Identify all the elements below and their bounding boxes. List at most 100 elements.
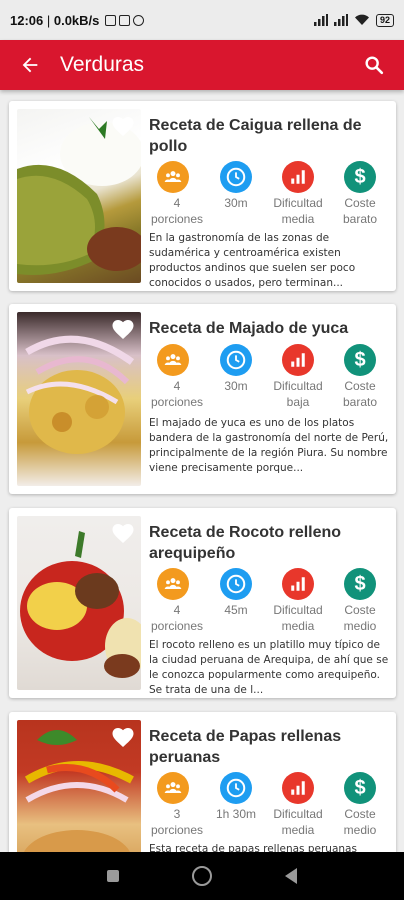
group-icon [157,772,189,804]
status-bar: 12:06 | 0.0kB/s 92 [0,0,404,40]
cost-value: barato [342,212,378,226]
clock-icon [220,568,252,600]
page-title: Verduras [60,53,145,76]
group-icon [157,568,189,600]
heart-icon[interactable] [111,726,135,748]
portions-stat: 4 porciones [149,161,205,227]
recents-button[interactable] [106,870,119,882]
recipe-description: Esta receta de papas rellenas peruanas [149,843,357,852]
time-value: 45m [224,603,248,617]
status-right: 92 [313,13,394,27]
recipe-stats: 3 porciones 1h 30m Dificultad media $ Cost… [149,772,393,838]
difficulty-title: Dificultad [273,603,323,617]
difficulty-title: Dificultad [273,379,323,393]
portions-unit: porciones [150,619,204,633]
app-notification-icon [119,14,131,26]
recipe-stats: 4 porciones 30m Dificultad media $ Coste ba… [149,161,393,227]
recipe-list: Receta de Caigua rellena de pollo 4 porci… [0,90,404,852]
portions-unit: porciones [150,395,204,409]
recipe-card[interactable]: Receta de Papas rellenas peruanas 3 porci… [9,712,396,852]
bar-chart-icon [282,772,314,804]
recipe-image [17,516,141,690]
recipe-title: Receta de Rocoto relleno arequipeño [149,524,342,562]
arrow-back-icon[interactable] [16,51,44,79]
group-icon [157,344,189,376]
notification-icon [105,14,117,26]
cost-stat: $ Coste barato [329,161,391,227]
status-time: 12:06 [10,12,44,28]
dollar-icon: $ [344,161,376,193]
wifi-icon [354,14,369,25]
cost-title: Coste [344,807,376,821]
app-bar: Verduras [0,40,404,90]
portions-stat: 4 porciones [149,568,205,634]
notification-icons [105,14,145,26]
difficulty-value: media [281,823,315,837]
bar-chart-icon [282,568,314,600]
difficulty-title: Dificultad [273,807,323,821]
recipe-stats: 4 porciones 30m Dificultad baja $ Coste bar… [149,344,393,410]
recipe-title: Receta de Majado de yuca [149,320,349,337]
portions-value: 3 [173,807,181,821]
search-icon[interactable] [360,51,388,79]
cost-stat: $ Coste medio [329,568,391,634]
clock-icon [220,772,252,804]
dollar-icon: $ [344,344,376,376]
time-value: 1h 30m [215,807,257,821]
dollar-icon: $ [344,568,376,600]
recipe-card[interactable]: Receta de Rocoto relleno arequipeño 4 por… [9,508,396,698]
cost-value: medio [343,619,377,633]
cost-label: Coste barato [343,378,377,410]
network-speed: 0.0kB/s [53,12,100,28]
signal-icon [313,14,328,26]
portions-value: 4 [173,603,181,617]
portions-stat: 4 porciones [149,344,205,410]
cost-stat: $ Coste barato [329,344,391,410]
time-value: 30m [224,196,248,210]
difficulty-label: Dificultad media [273,806,322,838]
home-button[interactable] [191,866,212,886]
cost-stat: $ Coste medio [329,772,391,838]
status-separator: | [43,12,54,28]
difficulty-stat: Dificultad media [267,772,329,838]
clock-icon [220,161,252,193]
recipe-card[interactable]: Receta de Majado de yuca 4 porciones 30m … [9,304,396,494]
recipe-title: Receta de Caigua rellena de pollo [149,117,362,155]
back-button[interactable] [285,868,298,884]
portions-label: 4 porciones [149,602,205,634]
cost-label: Coste barato [343,195,377,227]
portions-value: 4 [173,379,181,393]
portions-label: 4 porciones [149,378,205,410]
bar-chart-icon [282,344,314,376]
difficulty-stat: Dificultad media [267,161,329,227]
difficulty-label: Dificultad media [273,195,322,227]
heart-icon[interactable] [111,522,135,544]
messenger-icon [133,14,145,26]
time-stat: 1h 30m [205,772,267,838]
difficulty-title: Dificultad [273,196,323,210]
difficulty-value: media [281,212,315,226]
cost-label: Coste medio [344,602,377,634]
recipe-title: Receta de Papas rellenas peruanas [149,728,342,766]
cost-value: barato [342,395,378,409]
recipe-card[interactable]: Receta de Caigua rellena de pollo 4 porci… [9,101,396,291]
heart-icon[interactable] [111,318,135,340]
group-icon [157,161,189,193]
portions-stat: 3 porciones [149,772,205,838]
portions-label: 4 porciones [149,195,205,227]
cost-value: medio [343,823,377,837]
clock-icon [220,344,252,376]
time-value: 30m [224,379,248,393]
time-stat: 30m [205,161,267,227]
bar-chart-icon [282,161,314,193]
time-stat: 45m [205,568,267,634]
cost-title: Coste [344,603,376,617]
recipe-image [17,720,141,852]
heart-icon[interactable] [111,115,135,137]
difficulty-stat: Dificultad media [267,568,329,634]
difficulty-label: Dificultad media [273,602,322,634]
portions-value: 4 [173,196,181,210]
time-stat: 30m [205,344,267,410]
recipe-image [17,312,141,486]
recipe-description: En la gastronomía de las zonas de sudamé… [149,232,356,289]
